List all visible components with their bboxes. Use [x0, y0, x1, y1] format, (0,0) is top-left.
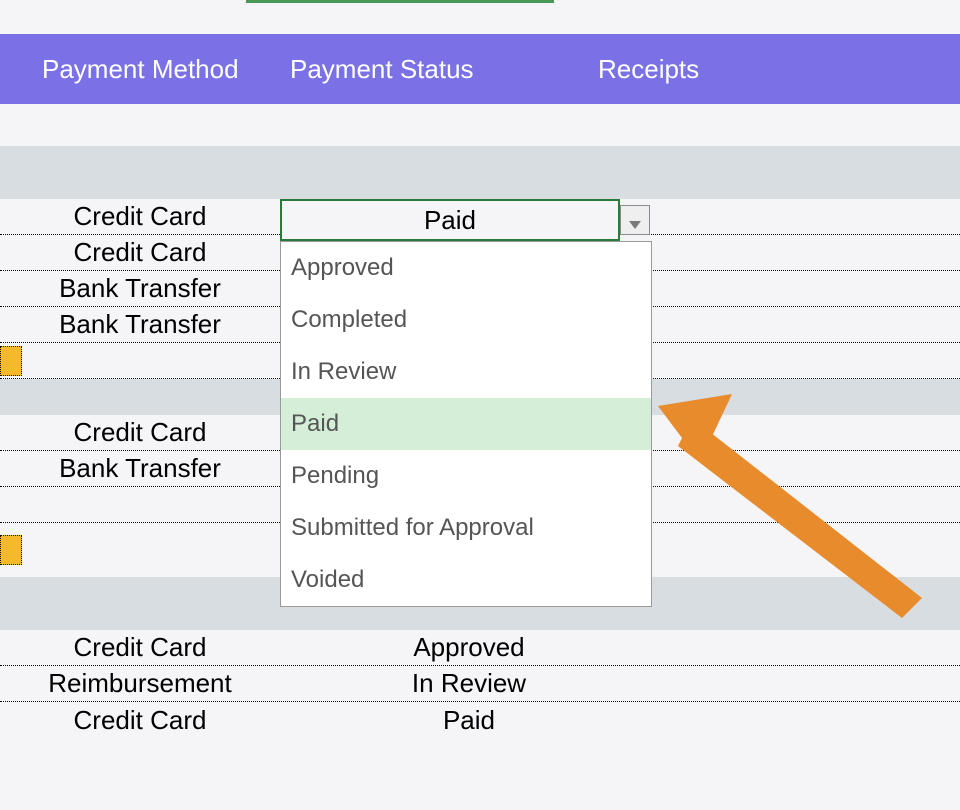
top-green-underline	[246, 0, 554, 3]
dropdown-option[interactable]: Voided	[281, 554, 651, 606]
dropdown-list: Approved Completed In Review Paid Pendin…	[280, 241, 652, 607]
cell-method: Credit Card	[0, 632, 280, 663]
dropdown-toggle-button[interactable]	[620, 205, 650, 235]
dropdown-option[interactable]: Completed	[281, 294, 651, 346]
header-payment-method: Payment Method	[0, 54, 280, 85]
dropdown-option[interactable]: Submitted for Approval	[281, 502, 651, 554]
dropdown-option[interactable]: In Review	[281, 346, 651, 398]
cell-method: Credit Card	[0, 201, 280, 232]
cell-method: Reimbursement	[0, 668, 280, 699]
dropdown-selected-text: Paid	[424, 205, 476, 236]
cell-method: Credit Card	[0, 417, 280, 448]
dropdown-selected-value[interactable]: Paid	[280, 199, 620, 241]
cell-status: In Review	[280, 668, 652, 699]
cell-method: Bank Transfer	[0, 453, 280, 484]
header-payment-status: Payment Status	[280, 54, 560, 85]
cell-status: Paid	[280, 705, 652, 736]
cell-method: Bank Transfer	[0, 309, 280, 340]
gray-band-1	[0, 146, 960, 199]
status-dropdown[interactable]: Paid Approved Completed In Review Paid P…	[280, 199, 652, 607]
header-receipts: Receipts	[560, 54, 840, 85]
cell-method: Credit Card	[0, 705, 280, 736]
table-row[interactable]: Reimbursement In Review	[0, 666, 960, 702]
chevron-down-icon	[629, 205, 641, 236]
dropdown-option[interactable]: Pending	[281, 450, 651, 502]
table-row[interactable]: Credit Card Paid	[0, 702, 960, 738]
table-row[interactable]: Credit Card Approved	[0, 630, 960, 666]
top-padding	[0, 0, 960, 34]
cell-method: Bank Transfer	[0, 273, 280, 304]
cell-method: Credit Card	[0, 237, 280, 268]
header-gap	[0, 104, 960, 146]
dropdown-option[interactable]: Paid	[281, 398, 651, 450]
dropdown-option[interactable]: Approved	[281, 242, 651, 294]
table-header: Payment Method Payment Status Receipts	[0, 34, 960, 104]
yellow-tag[interactable]	[0, 535, 22, 565]
yellow-tag[interactable]	[0, 346, 22, 376]
cell-status: Approved	[280, 632, 652, 663]
